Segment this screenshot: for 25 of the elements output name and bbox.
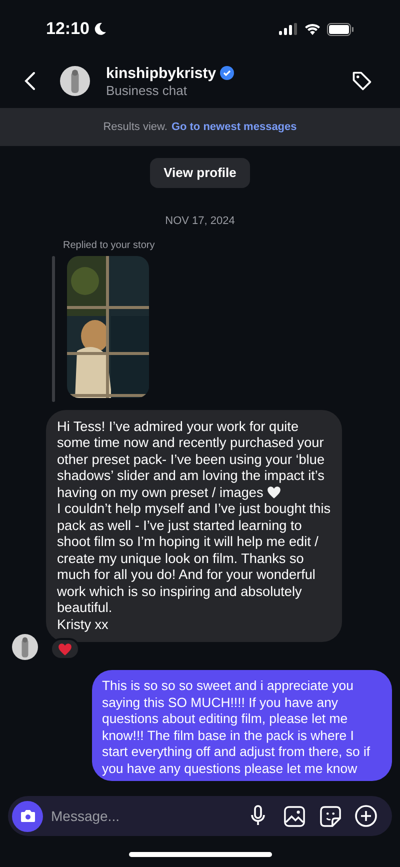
moon-icon — [93, 22, 108, 36]
battery-icon — [327, 22, 354, 36]
username[interactable]: kinshipbykristy — [106, 64, 216, 82]
view-profile-button[interactable]: View profile — [150, 158, 250, 188]
date-label: NOV 17, 2024 — [164, 214, 236, 229]
wifi-icon — [304, 23, 321, 35]
message-text: Hi Tess! I’ve admired your work for quite some time now and recently purchased your other preset pack- I’ve been using your ‘blue shadows’ slider and am loving the impact it’s having on my own preset / images — [57, 418, 326, 501]
add-icon[interactable] — [352, 802, 380, 830]
message-text: Kristy xx — [57, 616, 110, 633]
avatar — [12, 634, 38, 660]
results-text: Results view. — [103, 120, 168, 135]
message-composer[interactable]: Message... — [8, 796, 392, 836]
back-icon — [24, 71, 36, 91]
newest-messages-link[interactable]: Go to newest messages — [171, 118, 297, 136]
avatar — [60, 66, 90, 96]
message-text: This is so so so sweet and i appreciate you saying this SO MUCH!!!! If you have any questions about editing film, please let me know!!! The film base in the pack is where I start everything off and adjust from there, so if you have any questions please let me know — [102, 678, 372, 777]
message-text: I couldn’t help myself and I’ve just bought this pack as well - I’ve just started learning to shoot film so I’m hoping it will help me edit / create my unique look on film. Thanks so much for all you do! And for your wonderful work which is so inspiring and absolutely beautiful. — [57, 501, 331, 616]
signal-icon — [279, 23, 298, 35]
camera-button[interactable] — [12, 800, 43, 832]
story-reply-label: Replied to your story — [63, 238, 156, 252]
camera-icon — [20, 809, 36, 823]
message-input[interactable]: Message... — [51, 806, 236, 826]
chat-subtitle: Business chat — [106, 82, 188, 98]
heart-icon — [58, 642, 72, 656]
status-time: 12:10 — [46, 18, 90, 40]
